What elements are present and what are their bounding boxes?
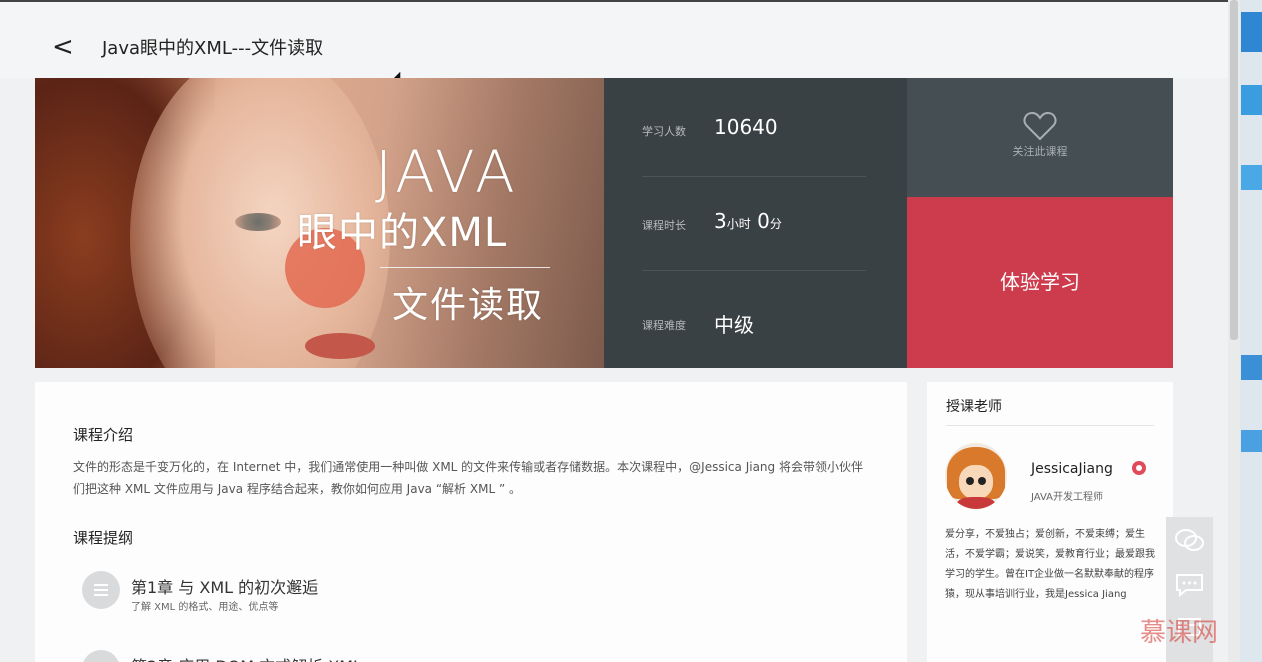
divider [946,425,1154,426]
desktop-icon [1241,165,1262,190]
stat-label: 课程时长 [642,219,686,232]
teacher-bio: 爱分享，不爱独占；爱创新，不爱束缚；爱生活，不爱学霸；爱说笑，爱教育行业；最爱跟… [945,529,1155,600]
follow-course-button[interactable]: 关注此课程 [907,78,1173,197]
chapter-title: 第1章 与 XML 的初次邂逅 [131,578,319,597]
stat-difficulty: 课程难度 中级 [642,308,872,348]
comment-icon[interactable] [1174,572,1205,598]
intro-text: 文件的形态是千变万化的，在 Internet 中，我们通常使用一种叫做 XML … [73,460,863,496]
teacher-heading: 授课老师 [946,399,1002,415]
heart-icon [1023,111,1057,141]
chapter-subtitle: 了解 XML 的格式、用途、优点等 [131,602,279,613]
teacher-panel: 授课老师 JessicaJiang JAVA开发工程师 爱分享，不爱独占；爱创新… [927,382,1173,662]
outline-heading: 课程提纲 [73,529,134,547]
stat-learners: 学习人数 10640 [642,114,872,154]
teacher-badge-icon [1132,461,1146,475]
chapter-list-icon [82,650,120,662]
course-detail-panel: 课程介绍 文件的形态是千变万化的，在 Internet 中，我们通常使用一种叫做… [35,382,907,662]
desktop-icon [1241,355,1262,380]
chapter-item[interactable]: 第2章 应用 DOM 方式解析 XML [82,650,682,662]
page-title: Java眼中的XML---文件读取 [102,38,324,59]
chapter-title: 第2章 应用 DOM 方式解析 XML [131,653,362,662]
follow-course-label: 关注此课程 [1012,145,1068,158]
course-cover-image: JAVA 眼中的XML 文件读取 [35,78,604,368]
teacher-avatar[interactable] [945,443,1007,509]
stat-value: 3小时 0分 [714,209,782,233]
cover-text-subtitle: 文件读取 [392,285,545,326]
intro-heading: 课程介绍 [73,426,134,444]
back-arrow-icon[interactable]: < [52,32,76,62]
desktop-icon [1241,430,1262,452]
chapter-list-icon [82,571,120,609]
scrollbar-thumb[interactable] [1230,0,1238,340]
divider [642,270,866,271]
try-learning-button[interactable]: 体验学习 [907,197,1173,368]
teacher-name[interactable]: JessicaJiang [1031,461,1113,477]
course-banner: JAVA 眼中的XML 文件读取 学习人数 10640 课程时长 3小时 0分 … [35,78,1173,368]
stat-duration: 课程时长 3小时 0分 [642,208,872,248]
cover-text-xml: 眼中的XML [297,210,508,256]
chapter-item[interactable]: 第1章 与 XML 的初次邂逅 了解 XML 的格式、用途、优点等 [82,571,682,615]
page-header: < Java眼中的XML---文件读取 [0,2,1228,78]
stat-label: 课程难度 [642,319,686,332]
desktop-icon [1241,12,1262,52]
cover-text-java: JAVA [375,138,519,206]
stat-label: 学习人数 [642,125,686,138]
course-stats-panel: 学习人数 10640 课程时长 3小时 0分 课程难度 中级 [604,78,907,368]
site-watermark: 慕课网 [1140,618,1219,648]
stat-value: 中级 [714,313,754,337]
desktop-icon [1241,85,1262,115]
stat-value: 10640 [714,115,778,139]
divider [642,176,866,177]
teacher-role: JAVA开发工程师 [1031,492,1104,503]
wechat-icon[interactable] [1174,527,1205,553]
